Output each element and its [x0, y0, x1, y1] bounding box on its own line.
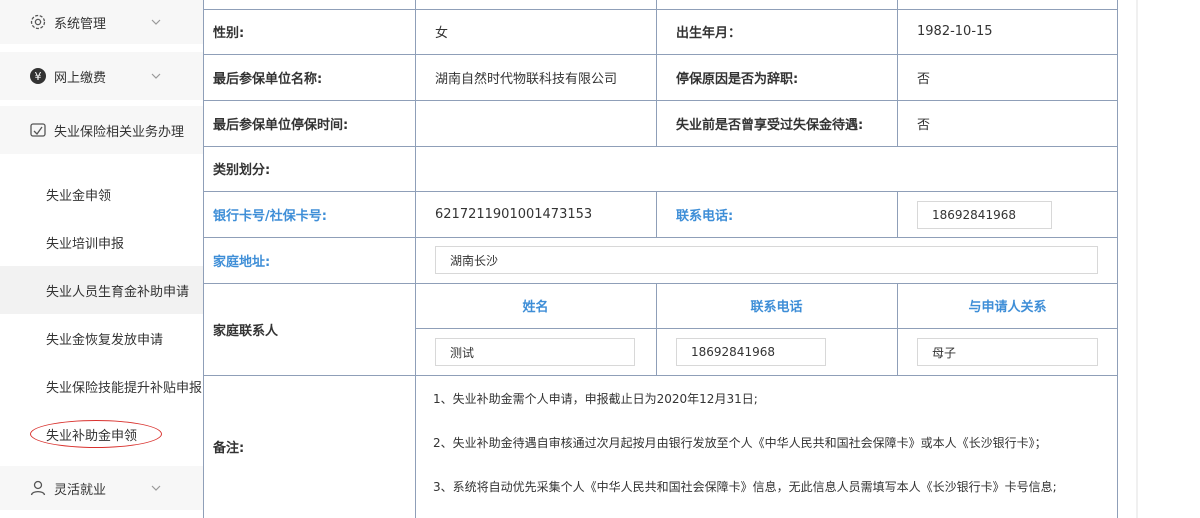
svg-text:¥: ¥ [35, 70, 42, 83]
sidebar-item-training[interactable]: 失业培训申报 [0, 218, 203, 266]
family-header-phone: 联系电话 [750, 300, 803, 315]
gear-icon [28, 12, 48, 32]
chevron-down-icon [150, 482, 162, 494]
sidebar-item-maternity[interactable]: 失业人员生育金补助申请 [0, 266, 203, 314]
stop-time-value [415, 100, 656, 146]
gender-label: 性别: [213, 26, 245, 41]
sidebar-group-payment[interactable]: ¥ 网上缴费 [0, 52, 203, 100]
remarks-note-3: 3、系统将自动优先采集个人《中华人民共和国社会保障卡》信息，无此信息人员需填写本… [433, 480, 1057, 494]
sidebar-group-label: 失业保险相关业务办理 [54, 124, 185, 140]
sidebar-item-subsidy-claim[interactable]: 失业补助金申领 [0, 410, 203, 458]
sidebar-group-flexible-employment[interactable]: 灵活就业 [0, 466, 203, 510]
handshake-icon [28, 120, 48, 140]
address-input[interactable]: 湖南长沙 [435, 246, 1098, 274]
phone-input[interactable]: 18692841968 [917, 201, 1052, 229]
sidebar-group-system[interactable]: 系统管理 [0, 0, 203, 44]
birth-value: 1982-10-15 [917, 24, 993, 39]
sidebar-group-label: 网上缴费 [54, 70, 107, 86]
application-form: 性别: 女 出生年月： 1982-10-15 最后参保单位名称: 湖南自然时代物… [203, 0, 1118, 518]
chevron-down-icon [150, 16, 162, 28]
family-header-relation: 与申请人关系 [968, 300, 1047, 315]
sidebar-group-unemployment[interactable]: 失业保险相关业务办理 [0, 106, 203, 154]
stop-reason-label: 停保原因是否为辞职: [676, 71, 799, 87]
gender-value: 女 [435, 26, 449, 41]
family-relation-input[interactable]: 母子 [917, 338, 1098, 366]
family-contact-label: 家庭联系人 [213, 323, 279, 339]
enjoyed-benefit-label: 失业前是否曾享受过失保金待遇: [676, 117, 864, 133]
stop-time-label: 最后参保单位停保时间: [213, 117, 349, 133]
sidebar-item-resume-payment[interactable]: 失业金恢复发放申请 [0, 314, 203, 362]
sidebar-item-skill-subsidy[interactable]: 失业保险技能提升补贴申报 [0, 362, 203, 410]
family-header-name: 姓名 [522, 300, 549, 315]
remarks-note-2: 2、失业补助金待遇自审核通过次月起按月由银行发放至个人《中华人民共和国社会保障卡… [433, 436, 1047, 450]
sidebar-item-unemployment-benefit[interactable]: 失业金申领 [0, 170, 203, 218]
right-blank-area [1118, 0, 1200, 518]
bank-card-label: 银行卡号/社保卡号: [213, 208, 327, 224]
remarks-label: 备注: [213, 441, 245, 456]
phone-label: 联系电话: [676, 208, 734, 224]
address-label: 家庭地址: [213, 254, 271, 270]
scrollbar-track[interactable] [1136, 0, 1138, 518]
family-name-input[interactable]: 测试 [435, 338, 635, 366]
sidebar: 系统管理 ¥ 网上缴费 失业保险相关业务办理 失业金申领 失业培训申报 失业人员… [0, 0, 203, 518]
remarks-note-1: 1、失业补助金需个人申请，申报截止日为2020年12月31日; [433, 392, 758, 406]
enjoyed-benefit-value: 否 [917, 117, 931, 133]
sidebar-submenu: 失业金申领 失业培训申报 失业人员生育金补助申请 失业金恢复发放申请 失业保险技… [0, 166, 203, 460]
last-unit-value: 湖南自然时代物联科技有限公司 [435, 71, 618, 87]
stop-reason-value: 否 [917, 71, 931, 87]
sidebar-group-label: 系统管理 [54, 16, 107, 32]
last-unit-label: 最后参保单位名称: [213, 71, 323, 87]
sidebar-group-label: 灵活就业 [54, 482, 107, 498]
birth-label: 出生年月： [676, 26, 742, 41]
category-label: 类别划分: [213, 163, 271, 178]
chevron-down-icon [150, 70, 162, 82]
family-phone-input[interactable]: 18692841968 [676, 338, 826, 366]
bank-card-value: 6217211901001473153 [435, 206, 593, 222]
user-icon [28, 478, 48, 498]
page: 系统管理 ¥ 网上缴费 失业保险相关业务办理 失业金申领 失业培训申报 失业人员… [0, 0, 1200, 518]
yen-icon: ¥ [28, 66, 48, 86]
